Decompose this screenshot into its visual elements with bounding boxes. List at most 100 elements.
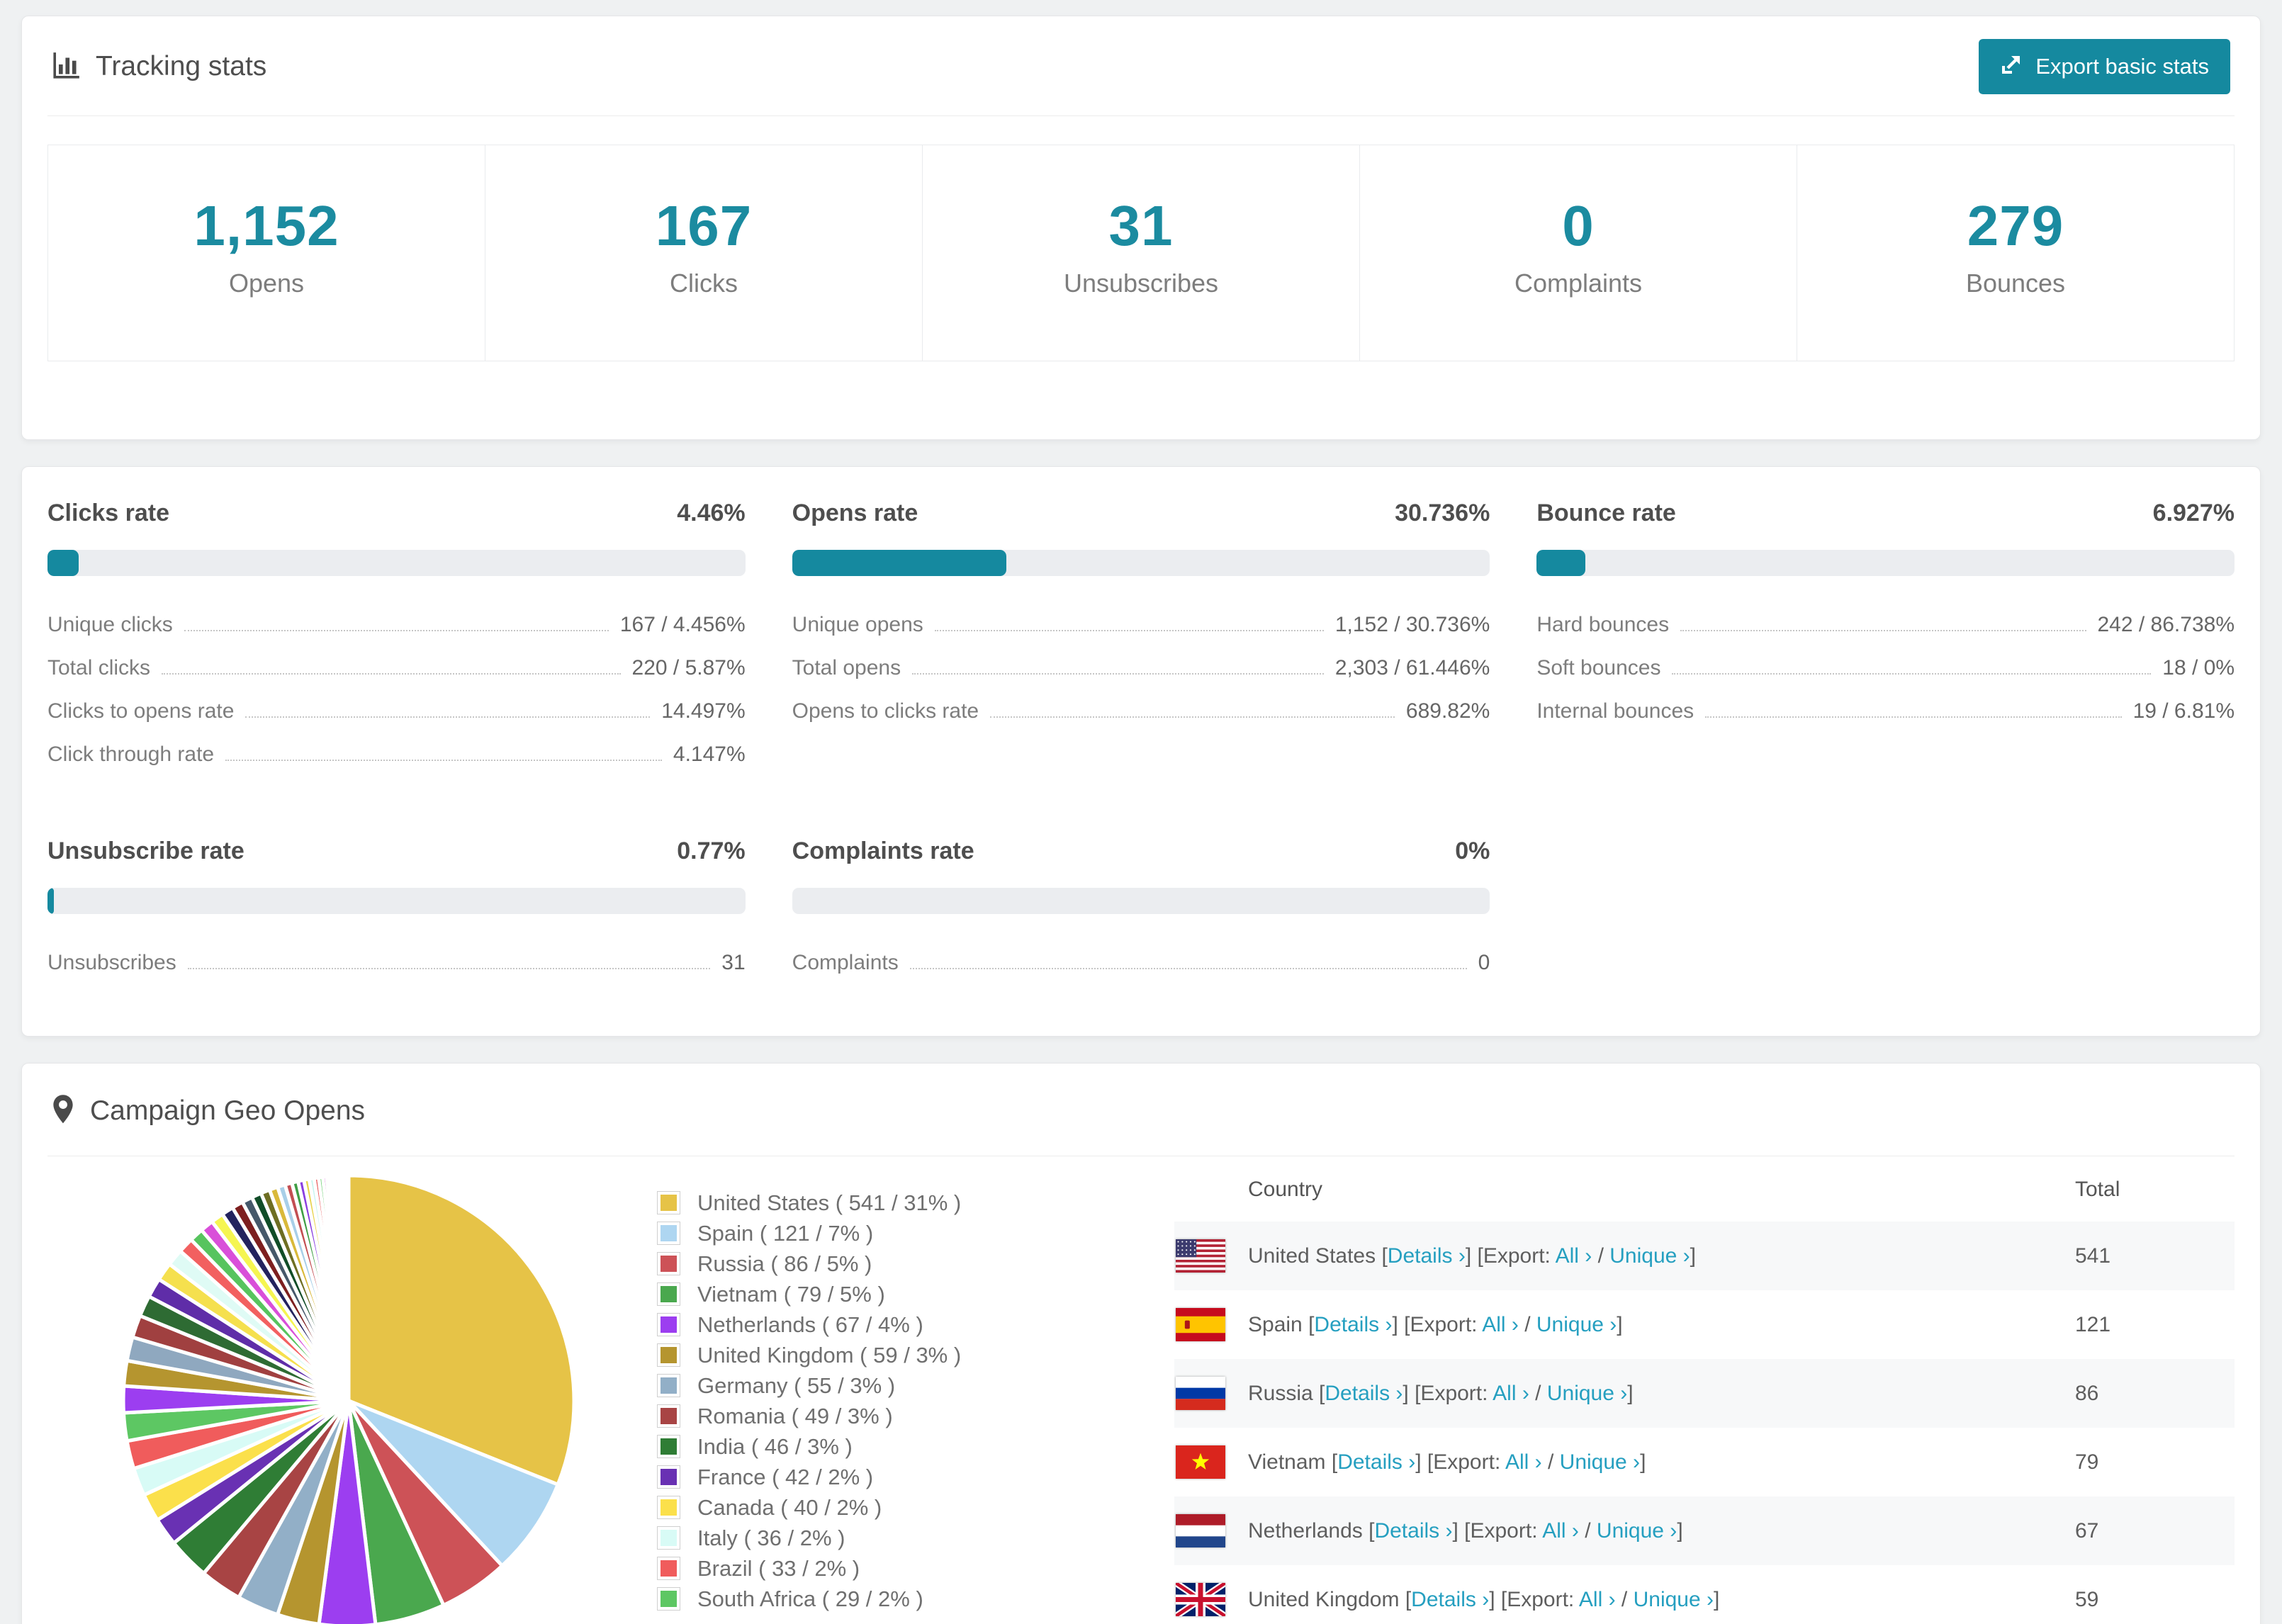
rate-row-label: Total opens [792,656,901,680]
rate-detail-row: Total clicks 220 / 5.87% [47,656,746,680]
geo-opens-pie-chart[interactable] [118,1171,579,1624]
export-unique-link[interactable]: Unique › [1536,1313,1617,1336]
stat-label: Clicks [670,269,738,298]
flag-ru-icon [1176,1377,1225,1410]
rate-detail-row: Unique opens 1,152 / 30.736% [792,613,1490,637]
dotted-leader [990,716,1395,718]
rate-value: 4.46% [677,500,746,526]
dotted-leader [162,673,621,675]
rate-value: 6.927% [2152,500,2235,526]
export-unique-link[interactable]: Unique › [1597,1519,1677,1543]
legend-item: Brazil ( 33 / 2% ) [657,1553,1054,1584]
legend-swatch [657,1557,680,1580]
dotted-leader [184,630,609,631]
rate-detail-row: Unsubscribes 31 [47,951,746,975]
total-cell: 67 [2075,1518,2099,1543]
legend-item: Romania ( 49 / 3% ) [657,1401,1054,1431]
stat-value: 167 [655,194,753,257]
progress-bar-fill [47,888,54,914]
stat-value: 1,152 [193,194,339,257]
export-unique-link[interactable]: Unique › [1609,1244,1690,1268]
legend-item: Germany ( 55 / 3% ) [657,1370,1054,1401]
flag-es-icon [1176,1308,1225,1341]
rate-detail-row: Complaints 0 [792,951,1490,975]
total-cell: 59 [2075,1587,2099,1611]
tracking-stats-header: Tracking stats Export basic stats [47,16,2235,116]
geo-header: Campaign Geo Opens [47,1064,2235,1156]
bracket-text: ] [1465,1244,1478,1268]
rate-row-value: 1,152 / 30.736% [1334,613,1490,636]
table-row: United States [Details ›] [Export: All ›… [1174,1222,2235,1290]
stat-label: Bounces [1965,269,2066,298]
legend-label: France ( 42 / 2% ) [697,1464,874,1489]
rate-row-label: Internal bounces [1536,699,1694,723]
progress-bar [792,550,1490,576]
rate-row-value: 18 / 0% [2162,656,2235,680]
export-unique-link[interactable]: Unique › [1634,1588,1714,1611]
legend-swatch [657,1252,680,1275]
rate-row-label: Opens to clicks rate [792,699,979,723]
country-cell: United Kingdom [Details ›] [Export: All … [1225,1588,2075,1612]
bracket-text: ] [1640,1450,1646,1474]
legend-label: South Africa ( 29 / 2% ) [697,1586,923,1611]
export-all-link[interactable]: All › [1542,1519,1579,1543]
slash-text: / [1578,1518,1597,1543]
export-unique-link[interactable]: Unique › [1547,1382,1627,1405]
rate-panel: Complaints rate 0% Complaints 0 [792,838,1490,975]
details-link[interactable]: Details › [1411,1588,1489,1611]
bracket-text: ] [1415,1450,1427,1474]
export-all-link[interactable]: All › [1505,1450,1542,1474]
legend-label: Spain ( 121 / 7% ) [697,1220,874,1246]
export-all-link[interactable]: All › [1579,1588,1616,1611]
stat-value: 31 [1108,194,1174,257]
rate-row-label: Clicks to opens rate [47,699,235,723]
details-link[interactable]: Details › [1314,1313,1392,1336]
legend-swatch [657,1435,680,1458]
details-link[interactable]: Details › [1337,1450,1415,1474]
details-link[interactable]: Details › [1325,1382,1403,1405]
legend-item: Netherlands ( 67 / 4% ) [657,1309,1054,1340]
rate-row-label: Soft bounces [1536,656,1661,680]
country-name: United States [1248,1244,1376,1268]
legend-label: Romania ( 49 / 3% ) [697,1403,893,1428]
legend-swatch [657,1343,680,1367]
legend-item: United States ( 541 / 31% ) [657,1188,1054,1218]
progress-bar [1536,550,2235,576]
slash-text: / [1518,1312,1536,1336]
rate-title: Opens rate [792,500,918,526]
export-button-label: Export basic stats [2035,54,2209,79]
legend-label: Russia ( 86 / 5% ) [697,1251,872,1276]
legend-label: India ( 46 / 3% ) [697,1433,853,1459]
bracket-text: ] [1403,1381,1415,1405]
rate-detail-row: Opens to clicks rate 689.82% [792,699,1490,723]
bracket-text: ] [1714,1587,1720,1611]
export-prefix-text: [Export: [1427,1450,1505,1474]
export-icon [2000,52,2024,81]
pie-legend: United States ( 541 / 31% ) Spain ( 121 /… [657,1188,1054,1614]
slash-text: / [1541,1450,1560,1474]
legend-swatch [657,1587,680,1611]
geo-opens-table: Country Total United States [Details ›] … [1174,1156,2235,1624]
legend-label: Netherlands ( 67 / 4% ) [697,1312,923,1337]
legend-item: Spain ( 121 / 7% ) [657,1218,1054,1248]
export-basic-stats-button[interactable]: Export basic stats [1979,39,2230,94]
country-cell: Russia [Details ›] [Export: All › / Uniq… [1225,1382,2075,1406]
dotted-leader [1680,630,2086,631]
export-all-link[interactable]: All › [1556,1244,1592,1268]
rate-panel: Unsubscribe rate 0.77% Unsubscribes 31 [47,838,746,975]
details-link[interactable]: Details › [1374,1519,1452,1543]
bracket-text: ] [1617,1312,1623,1336]
export-unique-link[interactable]: Unique › [1560,1450,1640,1474]
details-link[interactable]: Details › [1388,1244,1466,1268]
slash-text: / [1529,1381,1547,1405]
export-all-link[interactable]: All › [1482,1313,1519,1336]
legend-item: India ( 46 / 3% ) [657,1431,1054,1462]
flag-us-icon [1176,1239,1225,1273]
dotted-leader [245,716,651,718]
legend-swatch [657,1465,680,1489]
progress-bar [47,888,746,914]
rate-row-value: 19 / 6.81% [2132,699,2235,723]
rate-row-label: Unique clicks [47,613,173,636]
country-cell: Vietnam [Details ›] [Export: All › / Uni… [1225,1450,2075,1474]
export-all-link[interactable]: All › [1493,1382,1529,1405]
